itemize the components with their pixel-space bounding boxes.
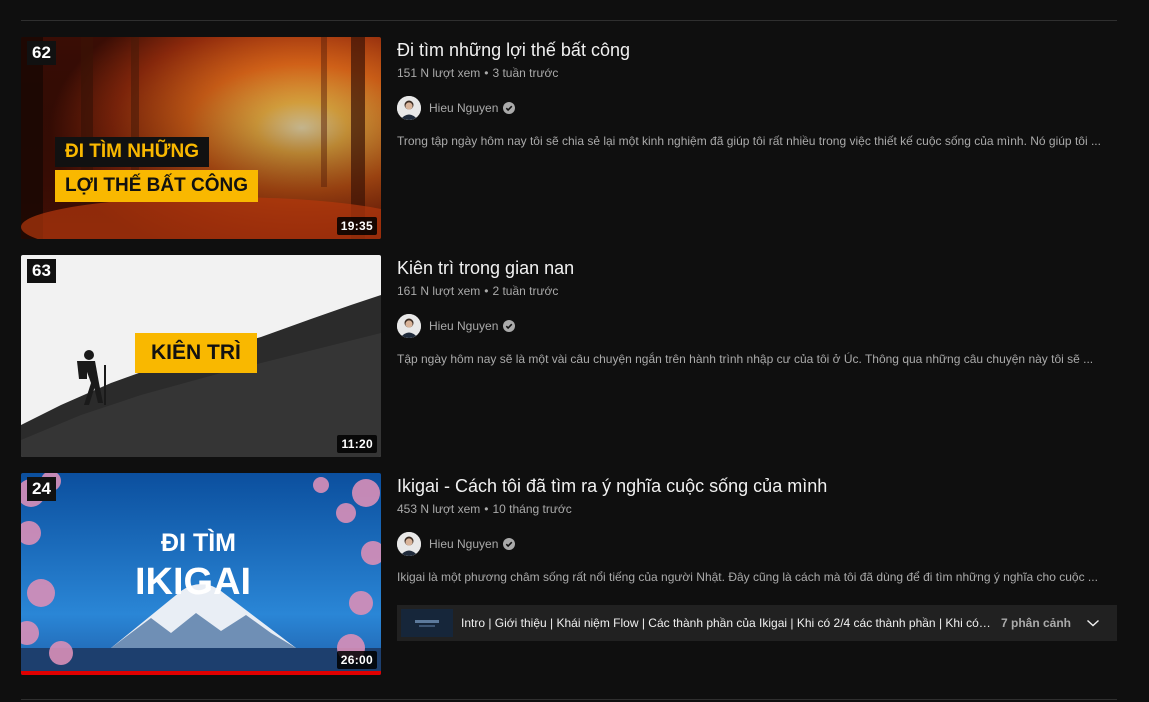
meta-separator: •	[484, 284, 489, 298]
chevron-down-icon[interactable]	[1085, 615, 1101, 631]
duration-badge: 26:00	[336, 651, 377, 669]
chapter-thumbnail	[401, 609, 453, 637]
channel-row[interactable]: Hieu Nguyen	[397, 96, 1117, 120]
thumbnail-caption-bottom: LỢI THẾ BẤT CÔNG	[55, 170, 258, 202]
verified-icon	[503, 102, 516, 114]
video-item[interactable]: ĐI TÌM NHỮNG LỢI THẾ BẤT CÔNG 62 19:35 Đ…	[21, 37, 1117, 239]
episode-badge: 62	[27, 41, 56, 65]
channel-row[interactable]: Hieu Nguyen	[397, 314, 1117, 338]
upload-age: 3 tuần trước	[492, 66, 559, 80]
view-count: 151 N lượt xem	[397, 66, 481, 80]
top-divider	[21, 20, 1117, 21]
view-count: 161 N lượt xem	[397, 284, 481, 298]
video-meta: 161 N lượt xem • 2 tuần trước	[397, 282, 1117, 300]
upload-age: 10 tháng trước	[492, 502, 572, 516]
chapters-bar[interactable]: Intro | Giới thiệu | Khái niệm Flow | Cá…	[397, 605, 1117, 641]
channel-row[interactable]: Hieu Nguyen	[397, 532, 1117, 556]
video-info: Đi tìm những lợi thế bất công 151 N lượt…	[397, 37, 1117, 150]
watch-progress-bar	[21, 671, 381, 675]
video-meta: 151 N lượt xem • 3 tuần trước	[397, 64, 1117, 82]
upload-age: 2 tuần trước	[492, 284, 559, 298]
video-meta: 453 N lượt xem • 10 tháng trước	[397, 500, 1117, 518]
channel-name[interactable]: Hieu Nguyen	[429, 537, 498, 551]
duration-badge: 19:35	[336, 217, 377, 235]
video-item[interactable]: KIÊN TRÌ 63 11:20 Kiên trì trong gian na…	[21, 255, 1117, 457]
video-thumbnail[interactable]: KIÊN TRÌ 63 11:20	[21, 255, 381, 457]
thumbnail-caption-top: ĐI TÌM	[161, 529, 236, 557]
episode-badge: 63	[27, 259, 56, 283]
video-description: Trong tập ngày hôm nay tôi sẽ chia sẻ lạ…	[397, 134, 1101, 148]
thumbnail-caption-top: ĐI TÌM NHỮNG	[55, 137, 209, 167]
video-info: Kiên trì trong gian nan 161 N lượt xem • 2…	[397, 255, 1117, 368]
chapters-count: 7 phân cảnh	[1001, 616, 1072, 630]
channel-avatar[interactable]	[397, 314, 421, 338]
video-description: Tập ngày hôm nay sẽ là một vài câu chuyệ…	[397, 352, 1094, 366]
video-item[interactable]: ĐI TÌM IKIGAI 24 26:00 Ikigai - Cách tôi…	[21, 473, 1117, 675]
thumbnail-caption: KIÊN TRÌ	[135, 333, 257, 373]
video-title[interactable]: Đi tìm những lợi thế bất công	[397, 38, 1117, 62]
thumbnail-caption-bottom: IKIGAI	[135, 561, 252, 603]
bottom-divider	[21, 699, 1117, 700]
meta-separator: •	[484, 502, 489, 516]
video-thumbnail[interactable]: ĐI TÌM NHỮNG LỢI THẾ BẤT CÔNG 62 19:35	[21, 37, 381, 239]
video-title[interactable]: Kiên trì trong gian nan	[397, 256, 1117, 280]
channel-avatar[interactable]	[397, 532, 421, 556]
video-thumbnail[interactable]: ĐI TÌM IKIGAI 24 26:00	[21, 473, 381, 675]
episode-badge: 24	[27, 477, 56, 501]
video-title[interactable]: Ikigai - Cách tôi đã tìm ra ý nghĩa cuộc…	[397, 474, 1117, 498]
duration-badge: 11:20	[337, 435, 377, 453]
verified-icon	[503, 320, 516, 332]
video-info: Ikigai - Cách tôi đã tìm ra ý nghĩa cuộc…	[397, 473, 1117, 641]
chapters-list: Intro | Giới thiệu | Khái niệm Flow | Cá…	[461, 616, 993, 630]
view-count: 453 N lượt xem	[397, 502, 481, 516]
video-description: Ikigai là một phương châm sống rất nổi t…	[397, 570, 1098, 584]
channel-avatar[interactable]	[397, 96, 421, 120]
meta-separator: •	[484, 66, 489, 80]
verified-icon	[503, 538, 516, 550]
channel-name[interactable]: Hieu Nguyen	[429, 319, 498, 333]
channel-name[interactable]: Hieu Nguyen	[429, 101, 498, 115]
